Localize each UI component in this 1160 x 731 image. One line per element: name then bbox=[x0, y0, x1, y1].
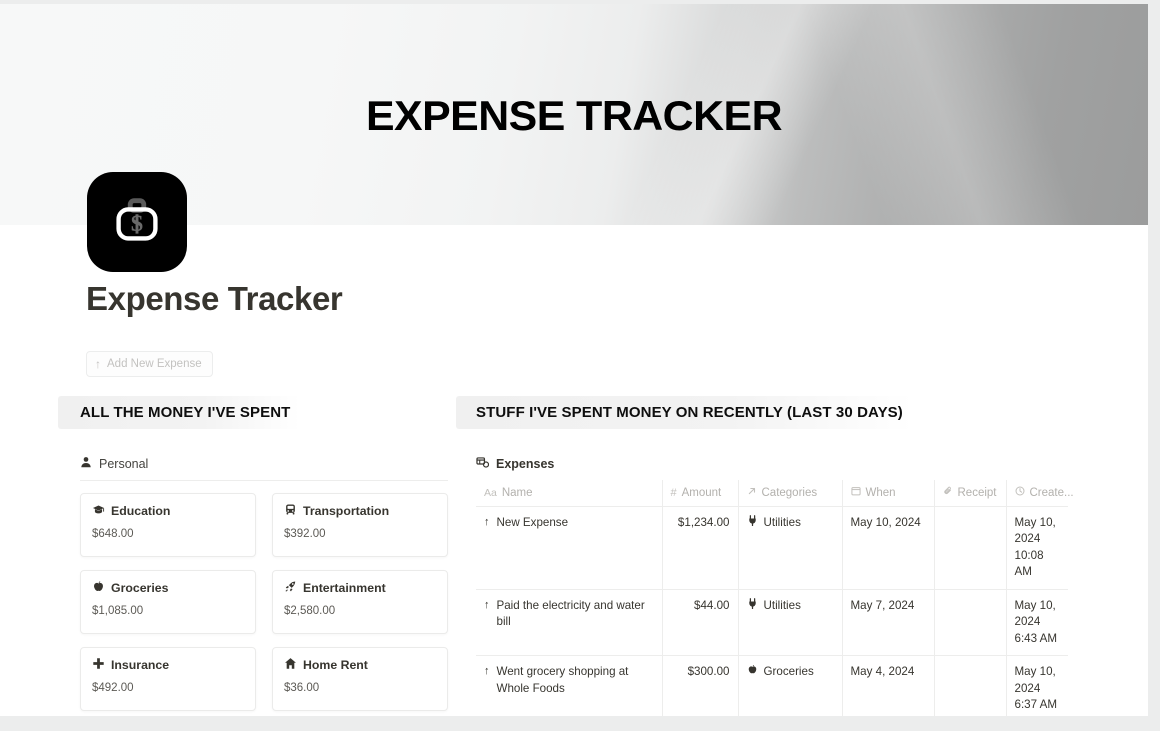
table-row[interactable]: ↑ New Expense $1,234.00 Utilities May 10… bbox=[476, 506, 1068, 590]
category-label: Entertainment bbox=[303, 581, 386, 595]
category-card[interactable]: Home Rent $36.00 bbox=[272, 647, 448, 711]
cell-created: May 10, 2024 10:08 AM bbox=[1006, 506, 1068, 590]
cell-name[interactable]: ↑ Went grocery shopping at Whole Foods bbox=[476, 655, 663, 716]
right-column: STUFF I'VE SPENT MONEY ON RECENTLY (LAST… bbox=[456, 396, 1076, 716]
apple-icon bbox=[747, 664, 758, 680]
bus-icon bbox=[284, 503, 297, 519]
column-header-receipt[interactable]: Receipt bbox=[934, 480, 1007, 507]
column-header-created[interactable]: Create... bbox=[1006, 480, 1074, 507]
add-new-expense-button[interactable]: ↑ Add New Expense bbox=[86, 351, 213, 377]
cover-title-text: EXPENSE TRACKER bbox=[365, 92, 783, 139]
calendar-icon bbox=[850, 486, 861, 499]
database-title[interactable]: Expenses bbox=[476, 456, 1076, 472]
cell-created: May 10, 2024 6:37 AM bbox=[1006, 655, 1068, 716]
category-card[interactable]: Transportation $392.00 bbox=[272, 493, 448, 557]
arrow-up-icon: ↑ bbox=[484, 665, 490, 678]
category-amount: $1,085.00 bbox=[92, 605, 144, 617]
category-card[interactable]: Entertainment $2,580.00 bbox=[272, 570, 448, 634]
left-section-heading: ALL THE MONEY I'VE SPENT bbox=[58, 396, 301, 429]
rocket-icon bbox=[284, 580, 297, 596]
right-section-heading: STUFF I'VE SPENT MONEY ON RECENTLY (LAST… bbox=[456, 396, 913, 429]
category-amount: $392.00 bbox=[284, 528, 326, 540]
column-header-when[interactable]: When bbox=[842, 480, 935, 507]
cell-category[interactable]: Utilities bbox=[738, 589, 843, 657]
cell-when[interactable]: May 10, 2024 bbox=[842, 506, 935, 590]
add-new-expense-label: Add New Expense bbox=[107, 358, 202, 370]
number-type-icon: # bbox=[670, 486, 677, 499]
plus-cross-icon bbox=[92, 657, 105, 673]
table-row[interactable]: ↑ Paid the electricity and water bill $4… bbox=[476, 589, 1068, 657]
database-icon bbox=[476, 456, 490, 472]
text-type-icon: Aa bbox=[484, 486, 497, 499]
cell-receipt[interactable] bbox=[934, 506, 1007, 590]
cell-receipt[interactable] bbox=[934, 589, 1007, 657]
column-header-amount[interactable]: # Amount bbox=[662, 480, 739, 507]
page-title: Expense Tracker bbox=[86, 280, 343, 317]
column-header-categories[interactable]: Categories bbox=[738, 480, 843, 507]
cell-created: May 10, 2024 6:43 AM bbox=[1006, 589, 1068, 657]
arrow-diagonal-icon bbox=[747, 486, 757, 499]
plug-icon bbox=[747, 597, 758, 614]
category-label: Education bbox=[111, 504, 171, 518]
briefcase-dollar-icon[interactable]: S bbox=[87, 172, 187, 272]
cell-name[interactable]: ↑ Paid the electricity and water bill bbox=[476, 589, 663, 657]
category-card[interactable]: Insurance $492.00 bbox=[80, 647, 256, 711]
arrow-up-icon: ↑ bbox=[484, 516, 490, 528]
expenses-table: Aa Name # Amount Categories When Receipt… bbox=[476, 480, 1074, 716]
table-row[interactable]: ↑ Went grocery shopping at Whole Foods $… bbox=[476, 655, 1068, 716]
cell-amount[interactable]: $300.00 bbox=[662, 655, 739, 716]
category-amount: $492.00 bbox=[92, 682, 134, 694]
cell-when[interactable]: May 4, 2024 bbox=[842, 655, 935, 716]
apple-icon bbox=[92, 580, 105, 596]
category-label: Insurance bbox=[111, 658, 170, 672]
table-header-row: Aa Name # Amount Categories When Receipt… bbox=[476, 480, 1074, 507]
category-label: Home Rent bbox=[303, 658, 368, 672]
cell-category[interactable]: Utilities bbox=[738, 506, 843, 590]
notion-page: EXPENSE TRACKER S Expense Tracker ↑ Add … bbox=[0, 4, 1148, 716]
category-label: Groceries bbox=[111, 581, 169, 595]
category-label: Transportation bbox=[303, 504, 390, 518]
group-header-label: Personal bbox=[99, 456, 149, 471]
arrow-up-icon: ↑ bbox=[95, 357, 101, 371]
cell-name[interactable]: ↑ New Expense bbox=[476, 506, 663, 590]
graduation-cap-icon bbox=[92, 503, 105, 519]
arrow-up-icon: ↑ bbox=[484, 598, 490, 611]
category-card[interactable]: Groceries $1,085.00 bbox=[80, 570, 256, 634]
category-amount: $648.00 bbox=[92, 528, 134, 540]
cell-amount[interactable]: $1,234.00 bbox=[662, 506, 739, 590]
plug-icon bbox=[747, 515, 758, 531]
person-icon bbox=[80, 456, 92, 471]
category-amount: $2,580.00 bbox=[284, 605, 336, 617]
category-card[interactable]: Education $648.00 bbox=[80, 493, 256, 557]
home-icon bbox=[284, 657, 297, 673]
cell-amount[interactable]: $44.00 bbox=[662, 589, 739, 657]
cell-when[interactable]: May 7, 2024 bbox=[842, 589, 935, 657]
paperclip-icon bbox=[943, 486, 953, 499]
category-amount: $36.00 bbox=[284, 682, 320, 694]
group-header-personal[interactable]: Personal bbox=[80, 456, 448, 481]
category-card-grid: Education $648.00 Transportation $392.00 bbox=[80, 493, 448, 716]
clock-icon bbox=[1014, 486, 1025, 499]
left-column: ALL THE MONEY I'VE SPENT Personal Educat… bbox=[58, 396, 448, 716]
column-header-name[interactable]: Aa Name bbox=[476, 480, 663, 507]
cell-category[interactable]: Groceries bbox=[738, 655, 843, 716]
cell-receipt[interactable] bbox=[934, 655, 1007, 716]
database-title-label: Expenses bbox=[496, 457, 555, 471]
